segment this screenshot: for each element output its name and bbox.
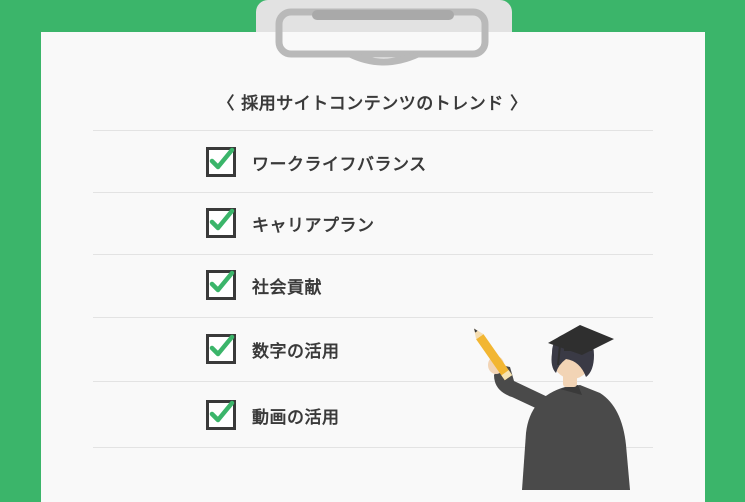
clipboard-clip-icon [275,8,489,66]
checked-checkbox-icon [206,270,236,300]
checked-checkbox-icon [206,400,236,430]
checklist-item-label: 動画の活用 [252,407,340,428]
checked-checkbox-icon [206,334,236,364]
checklist-item-label: 数字の活用 [252,341,340,362]
divider [93,254,653,255]
graduate-with-pencil-illustration [474,325,630,490]
divider [93,192,653,193]
checklist-item-label: ワークライフバランス [252,154,427,175]
checklist-item: 数字の活用 [206,334,340,364]
checked-checkbox-icon [206,208,236,238]
checklist-item: 動画の活用 [206,400,340,430]
checklist-item-label: キャリアプラン [252,215,375,236]
checklist-item: 社会貢献 [206,270,322,300]
checked-checkbox-icon [206,147,236,177]
page-title: 〈 採用サイトコンテンツのトレンド 〉 [217,94,528,114]
checklist-item: ワークライフバランス [206,147,427,177]
checklist-item-label: 社会貢献 [252,277,322,298]
divider [93,130,653,131]
checklist-item: キャリアプラン [206,208,375,238]
